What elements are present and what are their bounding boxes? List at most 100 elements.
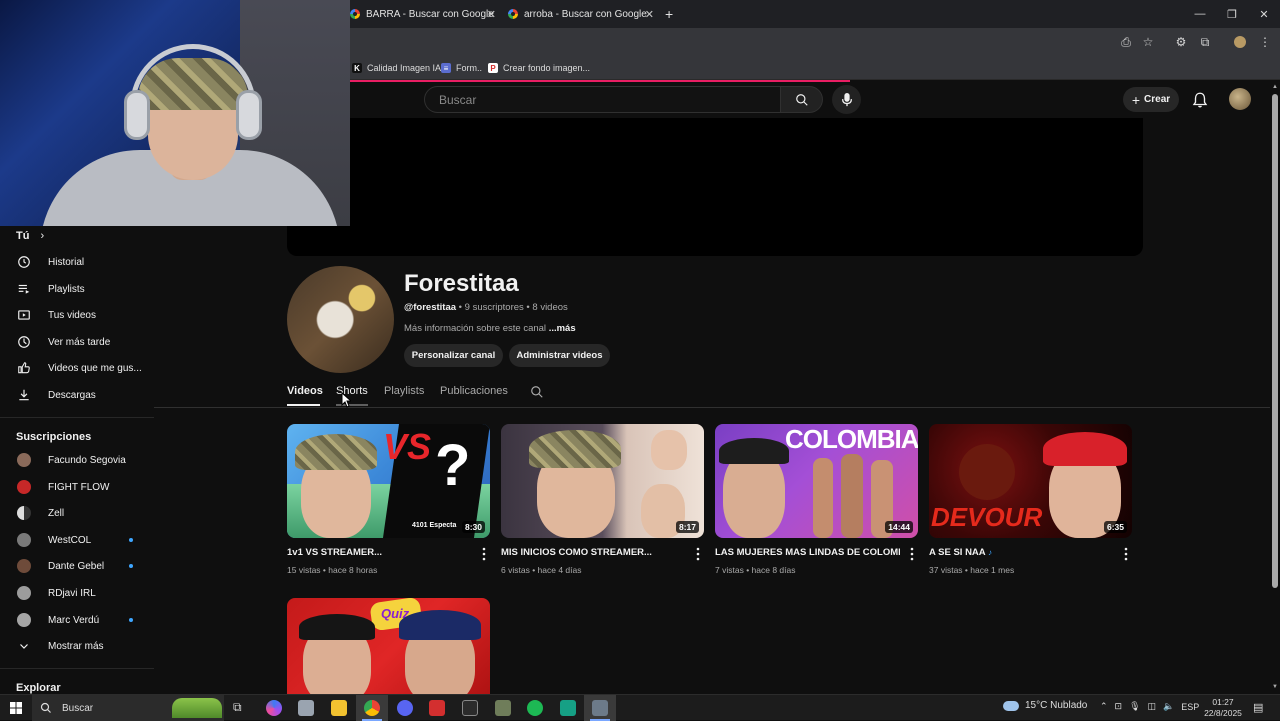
thumbnail-hair (299, 614, 375, 640)
sidebar-item-watch-later[interactable]: Ver más tarde (0, 329, 154, 355)
video-thumbnail[interactable]: DEVOUR 6:35 (929, 424, 1132, 538)
browser-menu-icon[interactable]: ⋮ (1257, 34, 1273, 50)
video-title[interactable]: LAS MUJERES MAS LINDAS DE COLOMBIA (715, 547, 900, 558)
video-thumbnail[interactable]: COLOMBIA 14:44 (715, 424, 918, 538)
bookmark-calidad-imagen[interactable]: K Calidad Imagen IA (352, 61, 441, 75)
sidebar-item-your-videos[interactable]: Tus videos (0, 302, 154, 328)
channel-search-icon[interactable] (530, 385, 544, 399)
channel-about-link[interactable]: Más información sobre este canal ...más (404, 323, 576, 334)
more-options-icon[interactable] (480, 547, 488, 561)
upload-age: hace 8 días (751, 565, 796, 575)
taskbar-clock[interactable]: 01:27 22/8/2025 (1200, 697, 1246, 719)
copilot-icon[interactable] (266, 700, 282, 716)
voice-search-button[interactable] (832, 85, 861, 114)
sidebar-sub-zell[interactable]: Zell (0, 500, 154, 526)
app-icon[interactable] (495, 700, 511, 716)
scrollbar-thumb[interactable] (1272, 94, 1278, 588)
bookmark-star-icon[interactable]: ☆ (1140, 34, 1156, 50)
microphone-icon[interactable]: 🎙 (1129, 701, 1140, 712)
restore-icon[interactable]: ❐ (1216, 0, 1248, 28)
file-explorer-icon[interactable] (331, 700, 347, 716)
notifications-bell-icon[interactable] (1191, 91, 1209, 109)
video-card[interactable]: DEVOUR 6:35 A SE SI NAA ♪ 37 vistas • ha… (929, 424, 1132, 584)
sidebar-item-playlists[interactable]: Playlists (0, 276, 154, 302)
browser-tab-barra[interactable]: BARRA - Buscar con Google ✕ (350, 0, 496, 28)
plus-icon: + (1131, 91, 1141, 108)
app-icon[interactable] (298, 700, 314, 716)
sidebar-sub-rdjavi-irl[interactable]: RDjavi IRL (0, 580, 154, 606)
new-tab-button[interactable]: + (665, 0, 673, 28)
sidebar-item-label: Historial (48, 256, 85, 268)
sidebar-sub-fight-flow[interactable]: FIGHT FLOW (0, 474, 154, 500)
thumbnail-spectator-count: 4101 Especta (412, 522, 457, 529)
install-app-icon[interactable]: ⎙ (1118, 34, 1134, 50)
browser-tab-arroba[interactable]: arroba - Buscar con Google ✕ (508, 0, 654, 28)
volume-icon[interactable]: 🔈 (1163, 701, 1174, 712)
thumbnail-overlay-text: VS (383, 426, 432, 467)
video-card[interactable]: VS ? 4101 Especta 8:30 1v1 VS STREAMER..… (287, 424, 490, 584)
notifications-icon[interactable]: ▤ (1253, 701, 1263, 714)
sidebar-sub-facundo-segovia[interactable]: Facundo Segovia (0, 447, 154, 473)
video-title[interactable]: A SE SI NAA ♪ (929, 547, 1114, 558)
obs-icon[interactable] (592, 700, 608, 716)
search-input[interactable] (439, 87, 769, 112)
sidebar-show-more[interactable]: Mostrar más (0, 633, 154, 659)
video-card[interactable]: 8:17 MIS INICIOS COMO STREAMER... 6 vist… (501, 424, 704, 584)
sidebar-item-history[interactable]: Historial (0, 249, 154, 275)
video-title[interactable]: MIS INICIOS COMO STREAMER... (501, 547, 686, 558)
close-tab-icon[interactable]: ✕ (487, 8, 496, 21)
tab-posts[interactable]: Publicaciones (440, 385, 508, 397)
spotify-icon[interactable] (527, 700, 543, 716)
app-icon[interactable] (560, 700, 576, 716)
sidebar-sub-dante-gebel[interactable]: Dante Gebel (0, 553, 154, 579)
sidebar-you-header[interactable]: Tú › (16, 230, 44, 242)
sidebar-sub-marc-verdu[interactable]: Marc Verdú (0, 607, 154, 633)
close-window-icon[interactable]: ✕ (1248, 0, 1280, 28)
app-icon[interactable] (429, 700, 445, 716)
sidebar-sub-westcol[interactable]: WestCOL (0, 527, 154, 553)
language-indicator[interactable]: ESP (1181, 702, 1199, 712)
bookmark-crear-fondo[interactable]: P Crear fondo imagen... (488, 61, 590, 75)
video-title[interactable]: 1v1 VS STREAMER... (287, 547, 472, 558)
more-options-icon[interactable] (694, 547, 702, 561)
extensions-puzzle-icon[interactable]: ⧉ (1197, 34, 1213, 50)
more-options-icon[interactable] (908, 547, 916, 561)
discord-icon[interactable] (397, 700, 413, 716)
network-icon[interactable]: ⊡ (1115, 701, 1123, 712)
sidebar-item-liked-videos[interactable]: Videos que me gus... (0, 355, 154, 381)
video-card[interactable]: Quiz (287, 598, 490, 694)
page-scrollbar[interactable]: ▲ ▼ (1270, 82, 1280, 694)
customize-channel-button[interactable]: Personalizar canal (404, 344, 503, 367)
windows-start-icon[interactable] (10, 702, 22, 714)
task-view-icon[interactable]: ⧉ (233, 700, 242, 715)
video-meta: 15 vistas • hace 8 horas (287, 565, 378, 575)
bookmark-forms[interactable]: ≡ Form.. (441, 61, 482, 75)
more-options-icon[interactable] (1122, 547, 1130, 561)
taskbar-weather[interactable]: 15°C Nublado (1003, 700, 1087, 711)
chrome-icon[interactable] (364, 700, 380, 716)
sidebar-item-label: Descargas (48, 389, 96, 401)
profile-avatar-icon[interactable] (1232, 34, 1248, 50)
scroll-down-arrow-icon[interactable]: ▼ (1272, 684, 1278, 690)
manage-videos-button[interactable]: Administrar videos (509, 344, 610, 367)
video-meta: 6 vistas • hace 4 días (501, 565, 582, 575)
channel-avatar-large[interactable] (287, 266, 394, 373)
minimize-icon[interactable]: — (1184, 0, 1216, 28)
chevron-up-icon[interactable]: ⌃ (1100, 701, 1108, 712)
close-tab-icon[interactable]: ✕ (645, 8, 654, 21)
video-thumbnail[interactable]: VS ? 4101 Especta 8:30 (287, 424, 490, 538)
taskbar-search[interactable]: Buscar (32, 695, 224, 721)
tab-playlists[interactable]: Playlists (384, 385, 424, 397)
scroll-up-arrow-icon[interactable]: ▲ (1272, 84, 1278, 90)
search-button[interactable] (781, 86, 823, 113)
video-thumbnail[interactable]: Quiz (287, 598, 490, 694)
wifi-icon[interactable]: ◫ (1148, 701, 1157, 712)
app-icon[interactable] (462, 700, 478, 716)
create-button[interactable]: + Crear (1123, 87, 1179, 112)
sidebar-item-downloads[interactable]: Descargas (0, 382, 154, 408)
account-avatar[interactable] (1229, 88, 1251, 110)
extension-icon[interactable]: ⚙ (1173, 34, 1189, 50)
video-card[interactable]: COLOMBIA 14:44 LAS MUJERES MAS LINDAS DE… (715, 424, 918, 584)
video-thumbnail[interactable]: 8:17 (501, 424, 704, 538)
tab-videos[interactable]: Videos (287, 385, 323, 397)
